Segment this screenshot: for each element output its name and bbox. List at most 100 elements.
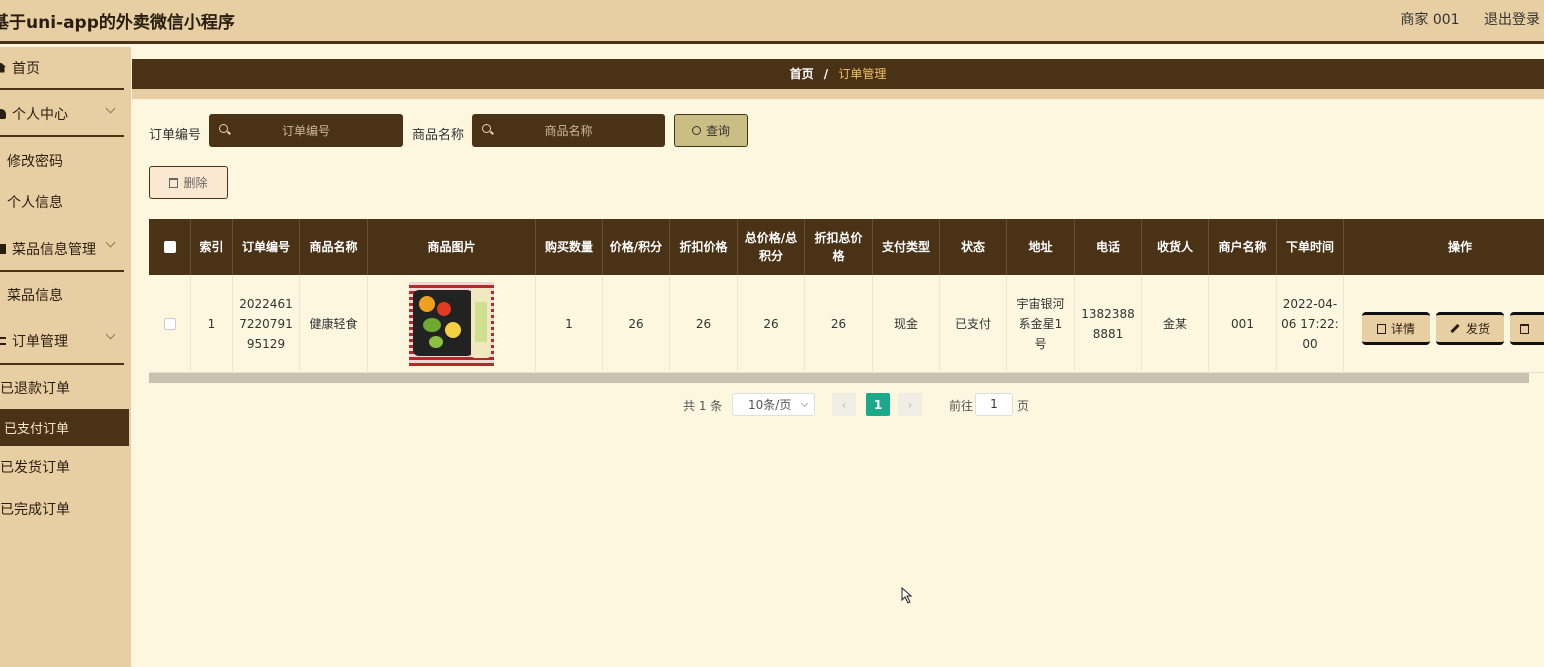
header-select-all[interactable] bbox=[149, 219, 191, 275]
sidebar-item-label: 已完成订单 bbox=[0, 502, 70, 518]
query-button[interactable]: 查询 bbox=[674, 114, 748, 147]
pagination: 共 1 条 10条/页 ‹ 1 › 前往 1 页 bbox=[132, 391, 1544, 417]
product-image bbox=[409, 282, 494, 366]
goto-label: 前往 bbox=[949, 399, 974, 413]
grid-icon bbox=[0, 243, 6, 254]
order-no-input[interactable] bbox=[229, 114, 383, 147]
detail-button[interactable]: 详情 bbox=[1362, 312, 1430, 345]
cell-product-image bbox=[368, 275, 536, 373]
page-number-current[interactable]: 1 bbox=[866, 393, 890, 416]
delete-button-label: 删除 bbox=[183, 176, 208, 190]
header-order-time: 下单时间 bbox=[1277, 219, 1344, 275]
trash-icon bbox=[169, 177, 179, 188]
header-index: 索引 bbox=[191, 219, 233, 275]
mouse-cursor-icon bbox=[901, 587, 913, 604]
trash-icon bbox=[1520, 323, 1529, 334]
cell-discount-total: 26 bbox=[805, 275, 873, 373]
select-all-checkbox[interactable] bbox=[163, 241, 176, 253]
header-actions: 操作 bbox=[1448, 240, 1473, 254]
page-size-select[interactable]: 10条/页 bbox=[732, 393, 815, 416]
page-size-value: 10条/页 bbox=[748, 398, 792, 412]
sidebar-item-label: 菜品信息 bbox=[7, 288, 63, 304]
product-name-input[interactable] bbox=[492, 114, 645, 147]
sidebar-item-shipped-orders[interactable]: 已发货订单 bbox=[0, 447, 124, 487]
breadcrumb-current: 订单管理 bbox=[838, 67, 887, 81]
breadcrumb-underbar bbox=[132, 89, 1544, 99]
user-icon bbox=[0, 109, 6, 119]
pagination-total: 共 1 条 bbox=[683, 399, 723, 413]
sidebar-item-label: 个人中心 bbox=[12, 107, 68, 123]
detail-button-label: 详情 bbox=[1390, 321, 1415, 336]
sidebar-item-label: 已退款订单 bbox=[0, 381, 70, 397]
sidebar-item-personal-info[interactable]: 个人信息 bbox=[0, 182, 124, 222]
sidebar-item-dish-management[interactable]: 菜品信息管理 bbox=[0, 227, 124, 272]
sidebar-item-home[interactable]: 首页 bbox=[0, 47, 124, 90]
sidebar-item-dish-info[interactable]: 菜品信息 bbox=[0, 275, 124, 315]
row-checkbox[interactable] bbox=[163, 318, 176, 330]
horizontal-scrollbar[interactable] bbox=[149, 373, 1529, 383]
product-name-search[interactable] bbox=[472, 114, 665, 147]
header-address: 地址 bbox=[1007, 219, 1075, 275]
order-no-search[interactable] bbox=[209, 114, 403, 147]
sidebar-item-order-management[interactable]: 订单管理 bbox=[0, 319, 124, 365]
cell-address: 宇宙银河系金星1号 bbox=[1007, 275, 1075, 373]
logout-link[interactable]: 退出登录 bbox=[1484, 12, 1540, 28]
header-discount-total: 折扣总价格 bbox=[805, 219, 873, 275]
sidebar-item-label: 已发货订单 bbox=[0, 460, 70, 476]
sidebar-item-change-password[interactable]: 修改密码 bbox=[0, 141, 124, 181]
breadcrumb-separator: / bbox=[823, 67, 829, 81]
cell-pay-type: 现金 bbox=[873, 275, 940, 373]
sidebar-item-personal-center[interactable]: 个人中心 bbox=[0, 93, 124, 137]
order-no-label: 订单编号 bbox=[149, 128, 202, 143]
chevron-down-icon bbox=[800, 399, 809, 408]
ship-button[interactable]: 发货 bbox=[1436, 312, 1504, 345]
home-icon bbox=[0, 62, 6, 73]
sidebar: 首页 个人中心 修改密码 个人信息 菜品信息管理 菜品信息 订单管理 已退款订单… bbox=[0, 47, 131, 667]
cell-receiver: 金某 bbox=[1142, 275, 1209, 373]
header-product-image: 商品图片 bbox=[368, 219, 536, 275]
cell-price-points: 26 bbox=[603, 275, 670, 373]
cell-phone: 13823888881 bbox=[1075, 275, 1142, 373]
header-product-name: 商品名称 bbox=[300, 219, 368, 275]
cell-total-price-points: 26 bbox=[738, 275, 805, 373]
cell-discount-price: 26 bbox=[670, 275, 738, 373]
row-delete-button[interactable] bbox=[1510, 312, 1544, 345]
header-actions: 商家 001 退出登录 bbox=[1380, 9, 1540, 29]
search-icon bbox=[219, 124, 228, 133]
chevron-down-icon bbox=[105, 237, 116, 248]
main-content: 首页 / 订单管理 订单编号 商品名称 查询 删除 索引 订单编号 商品名称 商… bbox=[132, 47, 1544, 667]
chevron-down-icon bbox=[105, 329, 116, 340]
sidebar-item-completed-orders[interactable]: 已完成订单 bbox=[0, 489, 124, 529]
sidebar-item-refunded-orders[interactable]: 已退款订单 bbox=[0, 368, 124, 408]
row-select[interactable] bbox=[149, 275, 191, 373]
next-page-button[interactable]: › bbox=[898, 393, 922, 416]
top-header: 基于uni-app的外卖微信小程序 商家 001 退出登录 bbox=[0, 0, 1544, 44]
delete-button[interactable]: 删除 bbox=[149, 166, 228, 199]
sidebar-item-label: 个人信息 bbox=[7, 195, 63, 211]
page-unit-label: 页 bbox=[1017, 399, 1030, 413]
sidebar-item-label: 已支付订单 bbox=[4, 422, 70, 437]
prev-page-button[interactable]: ‹ bbox=[832, 393, 856, 416]
cell-product-name: 健康轻食 bbox=[300, 275, 368, 373]
sidebar-item-label: 菜品信息管理 bbox=[12, 241, 96, 258]
app-title: 基于uni-app的外卖微信小程序 bbox=[0, 13, 235, 33]
breadcrumb: 首页 / 订单管理 bbox=[132, 59, 1544, 89]
edit-icon bbox=[1450, 323, 1460, 334]
breadcrumb-home[interactable]: 首页 bbox=[790, 67, 814, 81]
query-button-label: 查询 bbox=[705, 124, 730, 138]
header-quantity: 购买数量 bbox=[536, 219, 603, 275]
header-pay-type: 支付类型 bbox=[873, 219, 940, 275]
ship-button-label: 发货 bbox=[1465, 321, 1490, 336]
chevron-down-icon bbox=[105, 103, 116, 114]
sidebar-item-label: 订单管理 bbox=[12, 334, 68, 350]
search-icon bbox=[482, 124, 491, 133]
user-name[interactable]: 商家 001 bbox=[1400, 12, 1459, 28]
header-receiver: 收货人 bbox=[1142, 219, 1209, 275]
header-merchant: 商户名称 bbox=[1209, 219, 1277, 275]
goto-page-input[interactable]: 1 bbox=[975, 393, 1013, 416]
header-discount-price: 折扣价格 bbox=[670, 219, 738, 275]
sidebar-item-paid-orders[interactable]: 已支付订单 bbox=[0, 409, 129, 446]
cell-actions: 详情 发货 bbox=[1344, 275, 1544, 373]
table-row: 1 2022461722079195129 健康轻食 1 26 26 26 26… bbox=[149, 275, 1544, 373]
document-icon bbox=[1376, 323, 1386, 334]
